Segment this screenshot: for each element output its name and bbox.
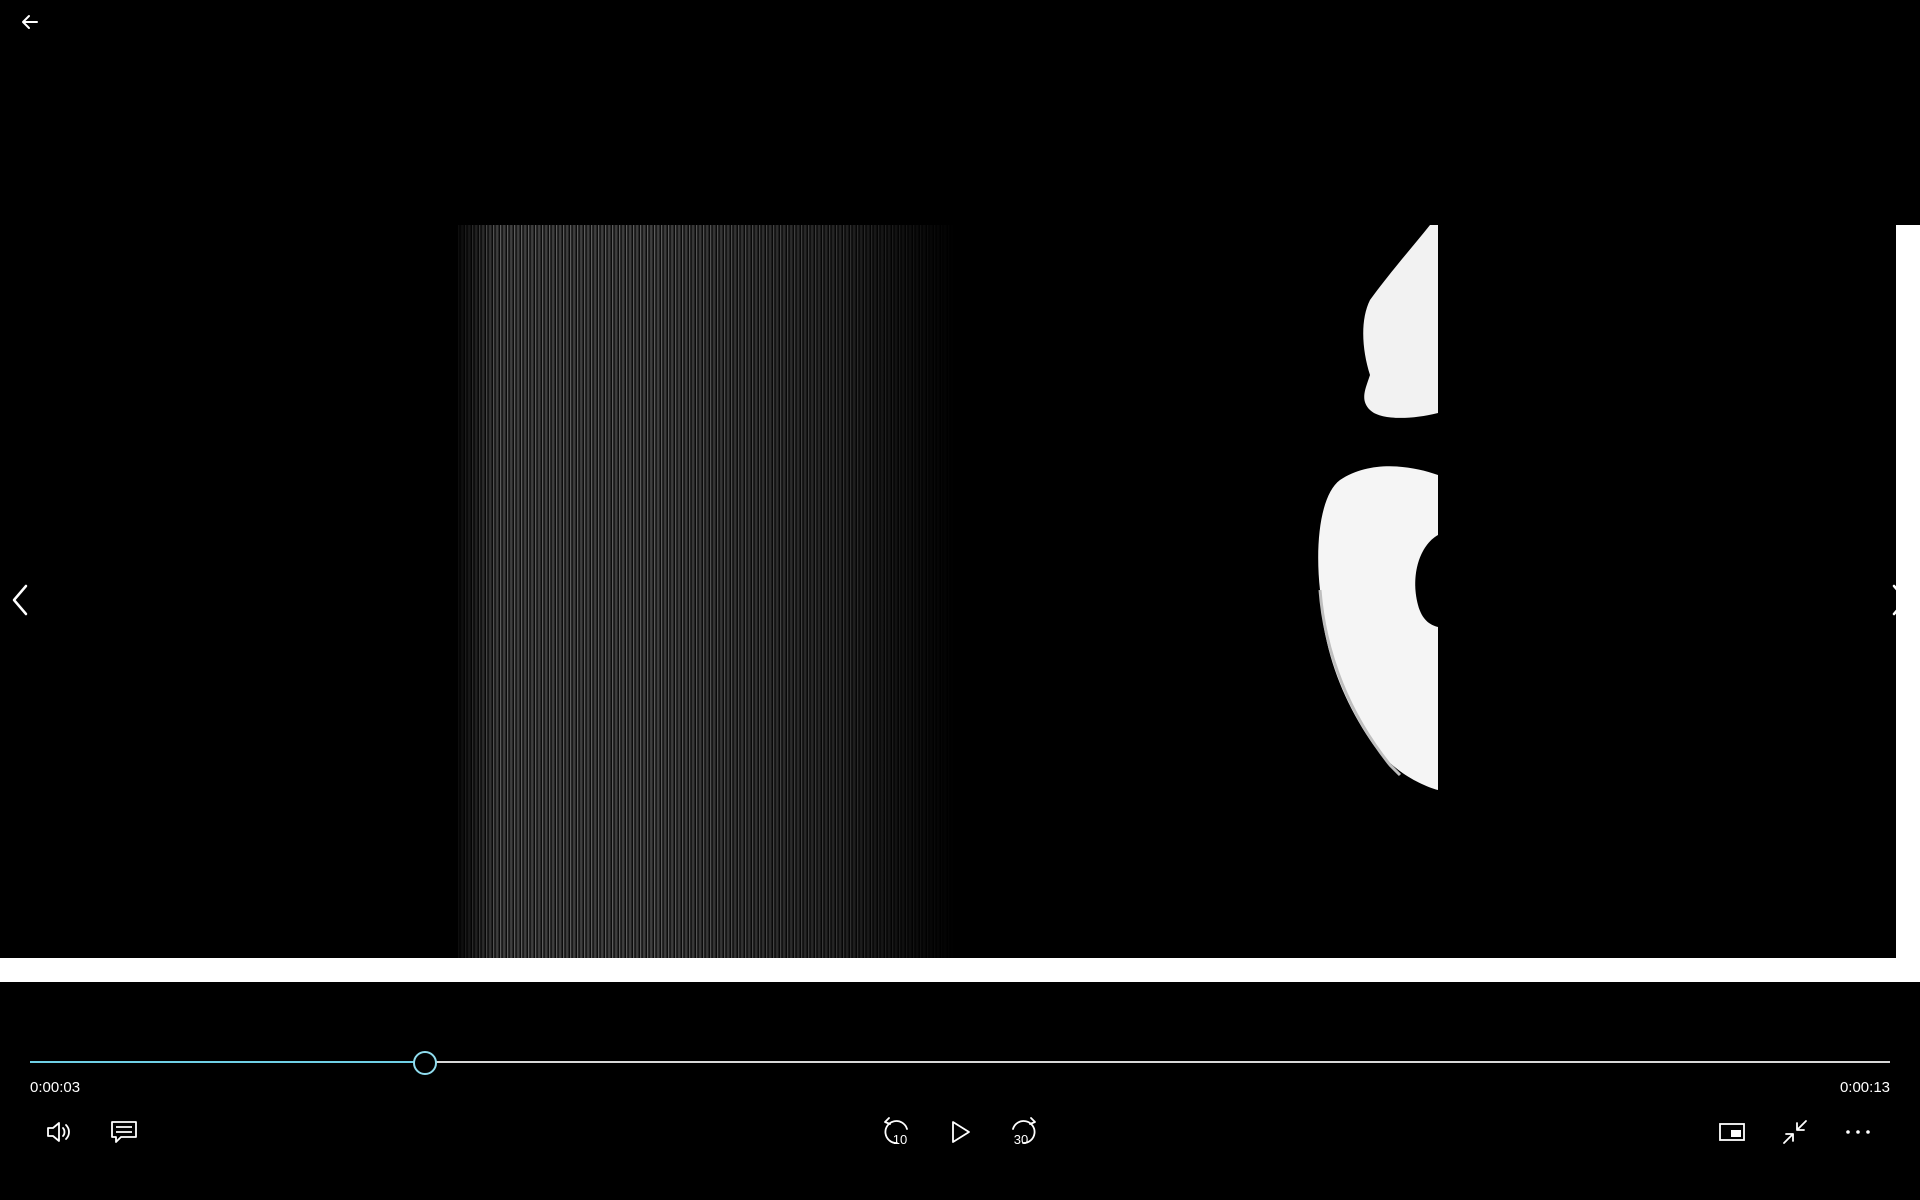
skip-forward-30-icon: 30 [1012,1117,1036,1147]
captions-button[interactable] [104,1112,144,1152]
skip-back-seconds: 10 [893,1132,907,1147]
arrow-left-icon [22,15,38,29]
exit-fullscreen-button[interactable] [1775,1112,1815,1152]
next-button[interactable] [1880,580,1920,620]
back-button[interactable] [12,4,48,40]
current-time: 0:00:03 [30,1079,81,1096]
chevron-right-icon [1892,584,1908,616]
chevron-left-icon [12,584,28,616]
skip-back-10-icon: 10 [884,1117,908,1147]
previous-button[interactable] [0,580,40,620]
more-options-button[interactable] [1838,1112,1878,1152]
seek-bar[interactable] [30,1050,1890,1075]
video-noise-area [458,225,958,958]
mini-view-button[interactable] [1712,1112,1752,1152]
video-player: 0:00:03 0:00:13 10 30 [0,0,1920,1200]
volume-button[interactable] [40,1112,80,1152]
skip-forward-button[interactable]: 30 [1003,1112,1043,1152]
seek-progress [30,1061,425,1063]
seek-thumb[interactable] [413,1051,438,1075]
mini-view-icon [1719,1123,1745,1141]
video-bottom-edge [0,958,1920,982]
volume-icon [47,1122,70,1142]
more-options-icon [1846,1130,1870,1134]
skip-forward-seconds: 30 [1014,1132,1028,1147]
total-time: 0:00:13 [1839,1079,1890,1096]
captions-icon [111,1121,137,1143]
play-button[interactable] [940,1112,980,1152]
play-icon [952,1121,970,1143]
video-frame[interactable] [0,225,1920,982]
skip-back-button[interactable]: 10 [877,1112,917,1152]
video-figure [1318,225,1438,790]
exit-fullscreen-icon [1783,1120,1807,1144]
